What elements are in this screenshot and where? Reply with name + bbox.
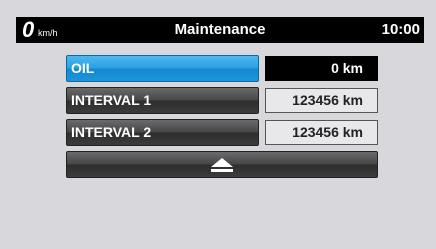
oil-button[interactable]: OIL (66, 55, 259, 82)
oil-value: 0 km (265, 56, 378, 81)
clock: 10:00 (381, 21, 420, 38)
maintenance-screen: 0 km/h Maintenance 10:00 OIL 0 km INTERV… (0, 0, 436, 249)
interval-2-value: 123456 km (265, 120, 378, 145)
interval-1-value: 123456 km (265, 88, 378, 113)
interval-2-button[interactable]: INTERVAL 2 (66, 119, 259, 146)
status-bar: 0 km/h Maintenance 10:00 (16, 17, 424, 43)
interval-1-button[interactable]: INTERVAL 1 (66, 87, 259, 114)
page-title: Maintenance (174, 21, 266, 38)
scroll-up-button[interactable] (66, 151, 378, 178)
triangle-up-icon (211, 158, 233, 172)
